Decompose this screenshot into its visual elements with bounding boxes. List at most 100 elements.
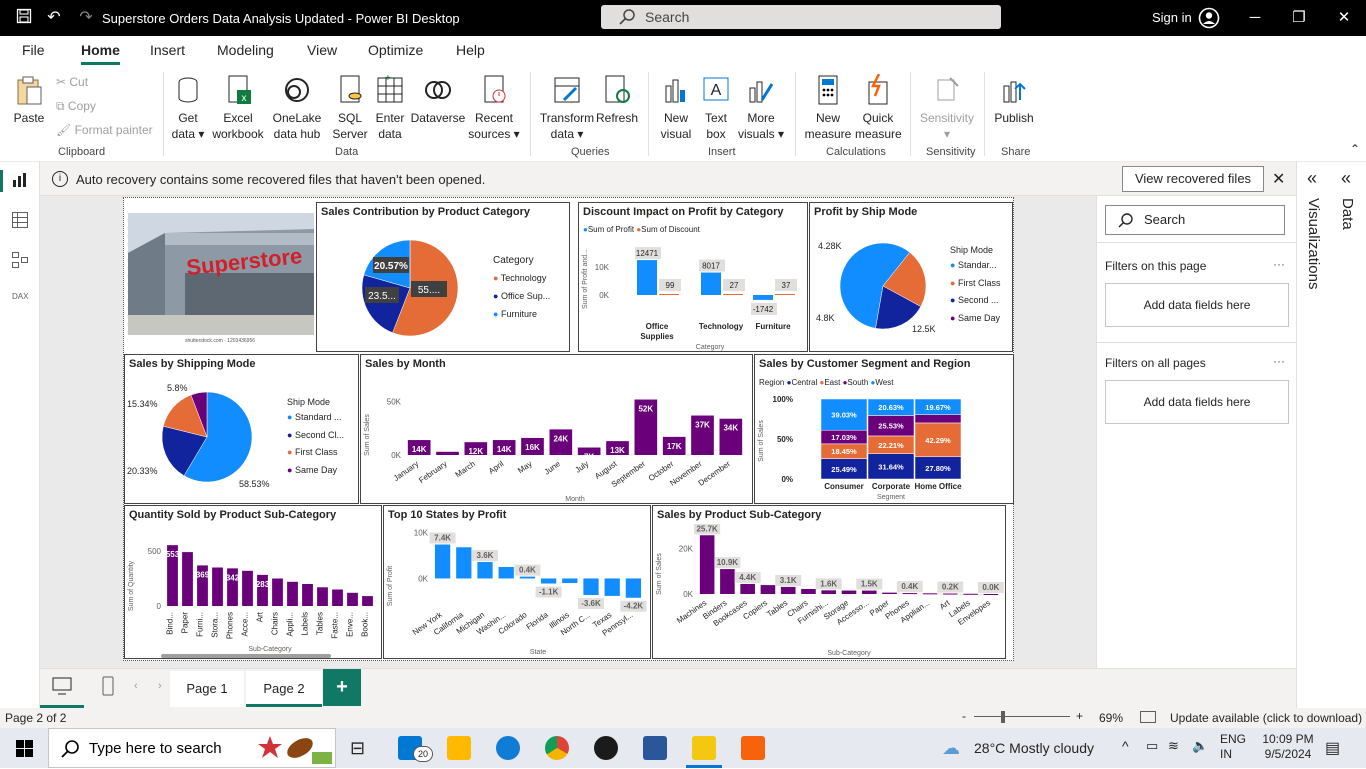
word-icon[interactable] [643,736,667,760]
desktop-layout-icon[interactable] [52,677,72,698]
zoom-out-button[interactable]: - [962,709,966,723]
legend-label[interactable]: Sum of Profit [588,225,634,234]
sales-shipping-mode-visual[interactable]: Sales by Shipping Mode 5.8% 15.34% 20.33… [124,354,359,504]
mobile-layout-icon[interactable] [102,676,114,699]
menu-modeling[interactable]: Modeling [217,42,274,58]
prev-page-icon[interactable]: ‹ [134,680,138,692]
minimize-button[interactable]: ─ [1240,6,1270,30]
close-infobar-icon[interactable]: ✕ [1272,169,1285,189]
more-visuals-button[interactable]: More visuals ▾ [736,74,786,142]
cut-button[interactable]: ✂ Cut [56,75,88,89]
quantity-subcategory-visual[interactable]: Quantity Sold by Product Sub-Category Su… [124,505,382,659]
zoom-slider-thumb[interactable] [1001,711,1005,723]
tab-page-2[interactable]: Page 2 [246,671,322,707]
media-player-icon[interactable] [594,736,618,760]
task-view-icon[interactable]: ⊟ [350,738,365,759]
more-options-icon[interactable]: ··· [1273,354,1285,368]
legend-item[interactable]: ● Standar... [950,257,1000,275]
data-tab[interactable]: Data [1339,198,1356,230]
visualizations-tab[interactable]: Visualizations [1305,198,1322,289]
redo-icon[interactable]: ↷ [76,8,96,28]
legend-item[interactable]: ● Same Day [287,462,344,480]
recent-sources-button[interactable]: Recent sources ▾ [468,74,520,142]
power-bi-icon[interactable] [692,736,716,760]
sales-by-month-visual[interactable]: Sales by Month Sum of Sales 50K 0K 14K Janua… [360,354,753,504]
store-image[interactable]: Superstore shutterstock.com · 1203436956 [125,203,315,350]
menu-optimize[interactable]: Optimize [368,42,423,58]
new-measure-button[interactable]: New measure [803,74,853,142]
notifications-icon[interactable]: ▤ [1325,738,1340,758]
weather-text[interactable]: 28°C Mostly cloudy [974,740,1094,756]
publish-button[interactable]: Publish [992,74,1036,126]
save-icon[interactable] [14,8,34,28]
fit-to-page-icon[interactable] [1140,711,1156,726]
sql-server-button[interactable]: SQL Server [330,74,370,142]
windows-start-icon[interactable] [16,740,33,760]
close-button[interactable]: ✕ [1329,6,1359,30]
legend-item[interactable]: ● Same Day [950,310,1000,328]
legend-item[interactable]: ● Standard ... [287,409,344,427]
tab-page-1[interactable]: Page 1 [170,671,244,707]
add-fields-all-dropzone[interactable]: Add data fields here [1105,380,1289,424]
new-visual-button[interactable]: New visual [656,74,696,142]
enter-data-button[interactable]: + Enter data [372,74,408,142]
clock[interactable]: 10:09 PM 9/5/2024 [1258,732,1318,762]
dax-query-view-icon[interactable]: DAX [12,292,28,301]
maximize-button[interactable]: ❐ [1284,6,1314,30]
copy-button[interactable]: ⧉ Copy [56,99,96,114]
search-input[interactable]: Search [601,5,1001,29]
segment-region-visual[interactable]: Sales by Customer Segment and Region Reg… [754,354,1014,504]
discount-impact-visual[interactable]: Discount Impact on Profit by Category ●S… [578,202,808,352]
sales-contribution-visual[interactable]: Sales Contribution by Product Category 2… [316,202,570,352]
volume-icon[interactable]: 🔈 [1192,738,1208,754]
filter-search-input[interactable]: Search [1105,205,1285,235]
menu-file[interactable]: File [22,42,45,58]
legend-item[interactable]: ● First Class [950,275,1000,293]
more-options-icon[interactable]: ··· [1273,257,1285,271]
top-states-visual[interactable]: Top 10 States by Profit Sum of Profit 10K… [383,505,651,659]
quick-measure-button[interactable]: Quick measure [855,74,902,142]
battery-icon[interactable]: ▭ [1146,738,1158,754]
dataverse-button[interactable]: Dataverse [410,74,466,126]
report-view-icon[interactable] [12,172,28,191]
file-explorer-icon[interactable] [447,736,471,760]
paste-button[interactable]: Paste [12,74,46,126]
get-data-button[interactable]: Get data ▾ [168,74,208,142]
legend-item[interactable]: ● Second ... [950,292,1000,310]
onelake-button[interactable]: OneLake data hub [268,74,326,142]
sensitivity-button[interactable]: Sensitivity ▾ [916,74,978,142]
model-view-icon[interactable] [12,252,28,271]
language-indicator[interactable]: ENG IN [1220,732,1246,762]
collapse-visualizations-icon[interactable]: « [1307,168,1317,189]
legend-label[interactable]: West [875,378,893,387]
format-painter-button[interactable]: 🖌 Format painter [56,123,153,137]
account-icon[interactable] [1198,7,1220,32]
legend-label[interactable]: East [824,378,840,387]
menu-help[interactable]: Help [456,42,485,58]
undo-icon[interactable]: ↶ [44,8,64,28]
legend-label[interactable]: Sum of Discount [641,225,700,234]
app-icon[interactable] [741,736,765,760]
legend-item[interactable]: ● First Class [287,444,344,462]
add-page-button[interactable]: + [323,669,361,706]
zoom-slider[interactable] [974,716,1070,717]
legend-item[interactable]: ● Second Cl... [287,427,344,445]
menu-view[interactable]: View [307,42,337,58]
update-available-link[interactable]: Update available (click to download) [1170,711,1362,725]
view-recovered-files-button[interactable]: View recovered files [1122,166,1264,192]
next-page-icon[interactable]: › [158,680,162,692]
chrome-icon[interactable] [545,736,569,760]
legend-label[interactable]: South [847,378,868,387]
menu-home[interactable]: Home [81,42,120,65]
zoom-in-button[interactable]: + [1076,709,1083,723]
legend-item[interactable]: ● Furniture [493,305,550,323]
add-fields-page-dropzone[interactable]: Add data fields here [1105,283,1289,327]
sign-in-link[interactable]: Sign in [1152,10,1192,25]
sales-subcategory-visual[interactable]: Sales by Product Sub-Category Sum of Sal… [652,505,1006,659]
menu-insert[interactable]: Insert [150,42,185,58]
wifi-icon[interactable]: ≋ [1168,738,1179,754]
collapse-data-icon[interactable]: « [1341,168,1351,189]
legend-label[interactable]: Central [791,378,817,387]
refresh-button[interactable]: Refresh [596,74,638,126]
profit-ship-mode-visual[interactable]: Profit by Ship Mode 4.28K 4.8K 12.5K Shi… [809,202,1013,352]
